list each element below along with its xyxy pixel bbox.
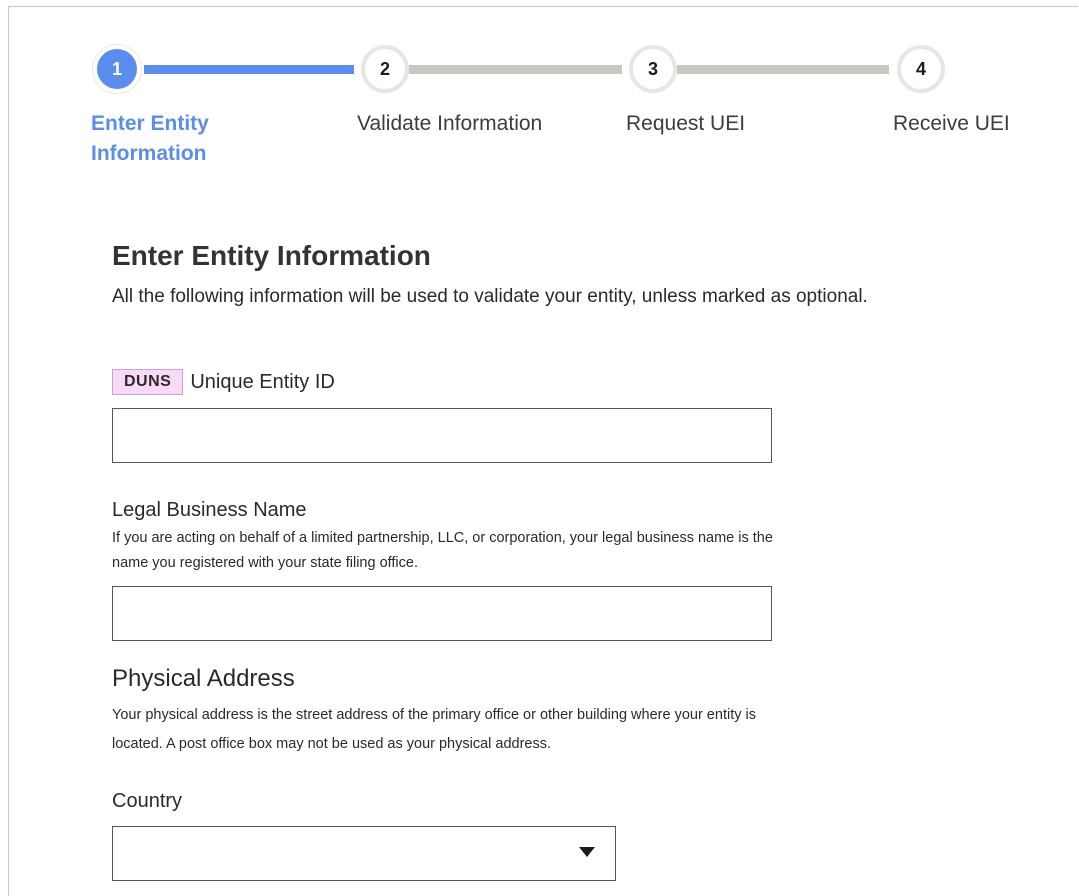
step-connector-3-4 xyxy=(677,65,889,74)
physical-address-hint-line2: located. A post office box may not be us… xyxy=(112,736,552,752)
step-connector-2-3 xyxy=(409,65,622,74)
page-frame: 1 2 3 4 Enter Entity Information Validat… xyxy=(8,6,1078,896)
legal-name-hint-line2: name you registered with your state fili… xyxy=(112,555,419,571)
step-4-indicator: 4 xyxy=(897,45,945,93)
legal-name-label: Legal Business Name xyxy=(112,499,307,521)
progress-stepper: 1 2 3 4 Enter Entity Information Validat… xyxy=(9,7,1079,187)
step-connector-1-2 xyxy=(144,65,354,74)
step-4-label: Receive UEI xyxy=(893,112,1010,135)
step-1-label-line1: Enter Entity xyxy=(91,112,209,135)
legal-name-hint-line1: If you are acting on behalf of a limited… xyxy=(112,530,773,546)
step-3-label: Request UEI xyxy=(626,112,746,135)
uei-label: Unique Entity ID xyxy=(190,370,335,393)
page-title: Enter Entity Information xyxy=(112,240,431,271)
physical-address-heading: Physical Address xyxy=(112,665,295,692)
step-1-indicator: 1 xyxy=(93,45,141,93)
legal-name-input[interactable] xyxy=(112,586,772,641)
step-1-label: Enter Entity Information xyxy=(91,109,209,169)
uei-input[interactable] xyxy=(112,408,772,463)
step-2-label: Validate Information xyxy=(357,112,543,135)
step-1-label-line2: Information xyxy=(91,142,207,165)
country-select[interactable] xyxy=(112,826,616,881)
legal-name-hint: If you are acting on behalf of a limited… xyxy=(112,526,773,576)
page-subtitle: All the following information will be us… xyxy=(112,286,868,307)
caret-down-icon xyxy=(579,847,595,857)
duns-badge: DUNS xyxy=(112,369,184,395)
country-label: Country xyxy=(112,790,183,812)
uei-label-row: DUNS Unique Entity ID xyxy=(112,369,335,395)
physical-address-hint: Your physical address is the street addr… xyxy=(112,701,756,759)
physical-address-hint-line1: Your physical address is the street addr… xyxy=(112,707,756,723)
step-2-indicator: 2 xyxy=(361,45,409,93)
step-3-indicator: 3 xyxy=(629,45,677,93)
